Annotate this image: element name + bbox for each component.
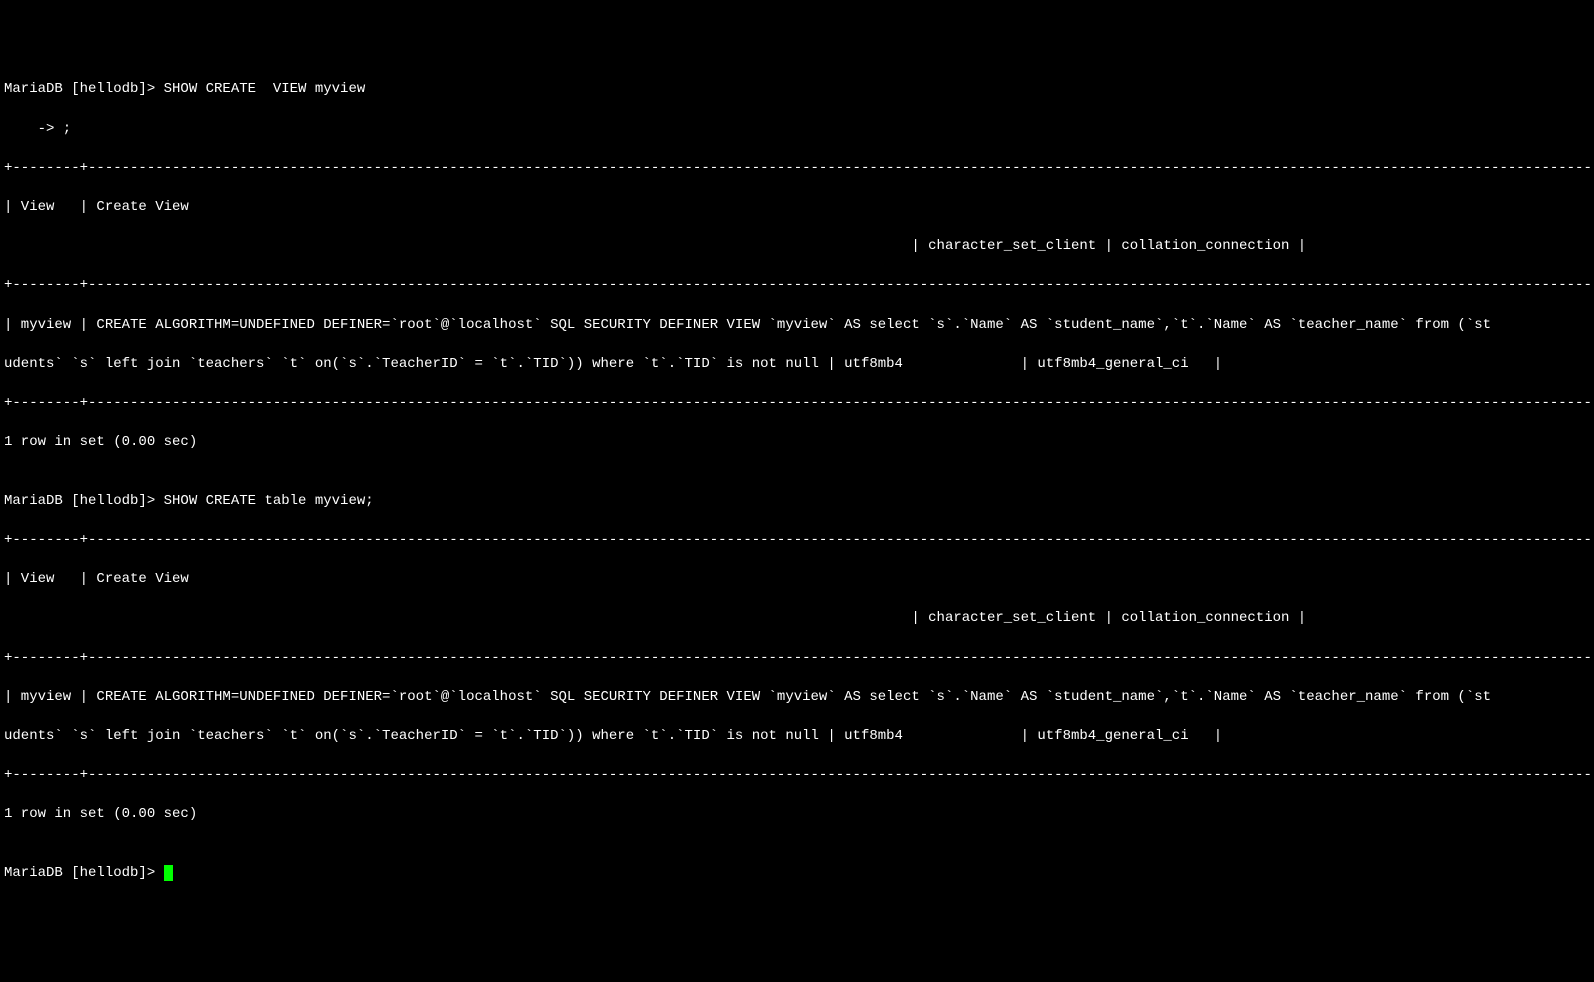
terminal-output-line: | character_set_client | collation_conne… [4,237,1590,257]
terminal-output-line: MariaDB [hellodb]> SHOW CREATE VIEW myvi… [4,80,1590,100]
terminal-prompt: MariaDB [hellodb]> [4,865,164,881]
terminal-output-line: | View | Create View [4,570,1590,590]
terminal-output-line: udents` `s` left join `teachers` `t` on(… [4,355,1590,375]
terminal-output-line: 1 row in set (0.00 sec) [4,805,1590,825]
terminal-output-line: +--------+------------------------------… [4,276,1590,296]
terminal-output-line: MariaDB [hellodb]> SHOW CREATE table myv… [4,492,1590,512]
terminal-output-line: | myview | CREATE ALGORITHM=UNDEFINED DE… [4,688,1590,708]
terminal-output-line: +--------+------------------------------… [4,531,1590,551]
terminal-output-line: udents` `s` left join `teachers` `t` on(… [4,727,1590,747]
terminal-output-line: -> ; [4,120,1590,140]
terminal-prompt-line[interactable]: MariaDB [hellodb]> [4,864,1590,884]
terminal-output-line: 1 row in set (0.00 sec) [4,433,1590,453]
terminal-output-line: | character_set_client | collation_conne… [4,609,1590,629]
terminal-output-line: | View | Create View [4,198,1590,218]
terminal-output-line: +--------+------------------------------… [4,394,1590,414]
terminal-output-line: +--------+------------------------------… [4,159,1590,179]
terminal-output-line: +--------+------------------------------… [4,649,1590,669]
terminal-output-line: +--------+------------------------------… [4,766,1590,786]
cursor-icon [164,865,173,881]
terminal-output-line: | myview | CREATE ALGORITHM=UNDEFINED DE… [4,316,1590,336]
